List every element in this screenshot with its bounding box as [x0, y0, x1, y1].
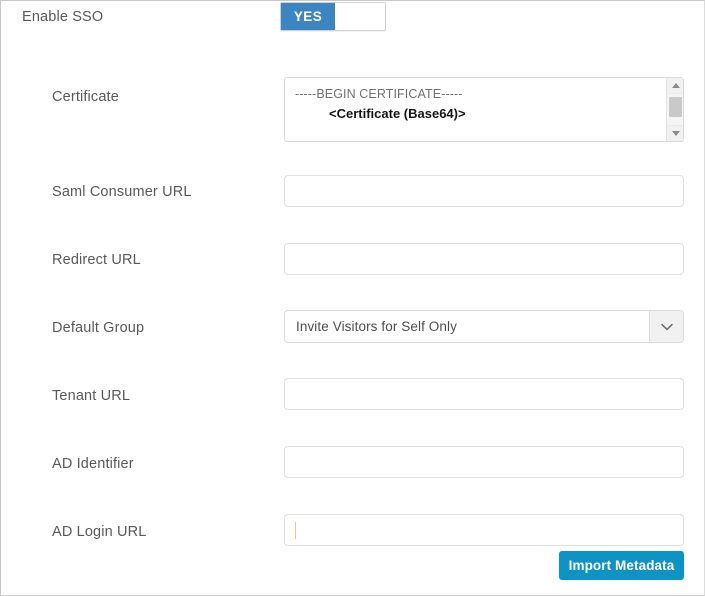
certificate-label: Certificate — [52, 89, 119, 105]
ad-login-url-input[interactable] — [284, 514, 684, 546]
enable-sso-label: Enable SSO — [22, 9, 104, 25]
ad-login-url-control — [284, 514, 684, 546]
tenant-url-input[interactable] — [284, 378, 684, 410]
default-group-label: Default Group — [52, 320, 145, 336]
enable-sso-toggle-yes[interactable]: YES — [281, 3, 335, 30]
scroll-up-icon[interactable] — [667, 78, 683, 94]
certificate-content[interactable]: -----BEGIN CERTIFICATE----- <Certificate… — [285, 78, 666, 141]
tenant-url-label: Tenant URL — [52, 388, 131, 404]
ad-identifier-input[interactable] — [284, 446, 684, 478]
enable-sso-toggle-no[interactable] — [335, 3, 385, 30]
certificate-base64-placeholder: <Certificate (Base64)> — [329, 106, 466, 121]
sso-settings-panel: Enable SSO YES Certificate -----BEGIN CE… — [0, 0, 705, 596]
enable-sso-row: Enable SSO YES — [1, 1, 704, 34]
ad-identifier-label: AD Identifier — [52, 456, 134, 472]
certificate-begin-line: -----BEGIN CERTIFICATE----- — [295, 87, 463, 101]
tenant-url-control — [284, 378, 684, 410]
redirect-url-input[interactable] — [284, 243, 684, 275]
certificate-scrollbar[interactable] — [666, 78, 683, 141]
scrollbar-thumb[interactable] — [669, 97, 682, 117]
redirect-url-control — [284, 243, 684, 275]
saml-consumer-url-label: Saml Consumer URL — [52, 184, 192, 200]
enable-sso-toggle[interactable]: YES — [280, 2, 386, 31]
default-group-selected-value[interactable]: Invite Visitors for Self Only — [285, 311, 649, 342]
redirect-url-label: Redirect URL — [52, 252, 141, 268]
ad-login-url-label: AD Login URL — [52, 524, 147, 540]
ad-identifier-control — [284, 446, 684, 478]
default-group-select[interactable]: Invite Visitors for Self Only — [284, 310, 684, 343]
chevron-down-icon[interactable] — [649, 311, 683, 342]
import-metadata-button[interactable]: Import Metadata — [559, 551, 684, 580]
certificate-textarea[interactable]: -----BEGIN CERTIFICATE----- <Certificate… — [284, 77, 684, 142]
text-cursor — [295, 522, 296, 539]
saml-consumer-url-input[interactable] — [284, 175, 684, 207]
scroll-down-icon[interactable] — [667, 125, 683, 141]
saml-consumer-url-control — [284, 175, 684, 207]
